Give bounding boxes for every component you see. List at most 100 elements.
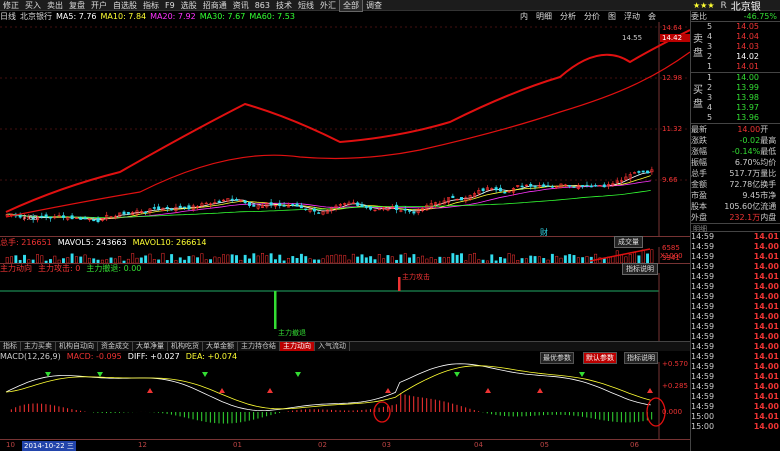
toolbar-button[interactable]: 资讯	[230, 0, 252, 11]
candle-body	[594, 185, 598, 187]
trade-row: 14:59 14.00	[691, 282, 780, 292]
indicator-tab[interactable]: 主力动向	[280, 342, 315, 351]
bid-level-row[interactable]: 3 13.98	[691, 93, 780, 103]
toolbar-button[interactable]: 复盘	[66, 0, 88, 11]
annotation-curve	[589, 248, 651, 262]
indicator-tab[interactable]: 主力买卖	[21, 342, 56, 351]
candlestick-chart[interactable]	[0, 22, 690, 236]
volume-bar	[377, 254, 381, 263]
candle-body	[304, 208, 308, 211]
level-price: 14.01	[736, 62, 759, 71]
candle-body	[572, 186, 576, 188]
stat-row: 最新 14.00 开	[691, 124, 780, 135]
toolbar-button[interactable]: 外汇	[317, 0, 339, 11]
volume-bar	[568, 254, 572, 263]
chart-mode-tag[interactable]: 浮动	[624, 11, 640, 22]
indicator-tab[interactable]: 主力持仓结	[238, 342, 280, 351]
period-label[interactable]: 日线	[0, 11, 16, 22]
level-price: 14.03	[736, 42, 759, 51]
volume-bar	[23, 254, 26, 263]
chart-mode-tag[interactable]: 内	[520, 11, 528, 22]
indicator-tab[interactable]: 指标	[0, 342, 21, 351]
trade-price: 14.00	[753, 292, 779, 301]
candle-body	[520, 185, 524, 188]
level-price: 14.04	[736, 32, 759, 41]
volume-bar	[191, 255, 195, 263]
toolbar-button[interactable]: 开户	[88, 0, 110, 11]
stat-value: 9.45	[742, 191, 761, 200]
macd-chart[interactable]	[0, 362, 690, 439]
indicator-tab[interactable]: 入气流动	[315, 342, 350, 351]
indicator-tab[interactable]: 机构吃货	[168, 342, 203, 351]
level-number: 3	[707, 93, 713, 102]
signal-arrow	[485, 388, 491, 393]
indicator-tab[interactable]: 大单金额	[203, 342, 238, 351]
chart-mode-tag[interactable]: 图	[608, 11, 616, 22]
toolbar-button[interactable]: 指标	[140, 0, 162, 11]
bid-levels: 1 14.00 2 13.99 3 13.98 4 13.97 5 13.96 买盘	[691, 73, 780, 124]
toolbar-button[interactable]: 全部	[338, 0, 363, 12]
flow-attack-label: 主力攻击	[402, 273, 430, 281]
chart-mode-tag[interactable]: 明细	[536, 11, 552, 22]
candle-body	[187, 205, 191, 210]
toolbar-button[interactable]: 863	[252, 0, 273, 11]
stat-label: 振幅	[691, 158, 707, 167]
ma-info-row: 日线 北京银行 MA5: 7.76 MA10: 7.84 MA20: 7.92 …	[0, 11, 690, 22]
indicator-tab[interactable]: 机构自动向	[56, 342, 98, 351]
candle-body	[299, 205, 303, 209]
volume-bar	[585, 256, 589, 263]
toolbar-button[interactable]: F9	[162, 0, 178, 11]
star-icon[interactable]: ★★★	[693, 1, 715, 10]
volume-bar	[550, 253, 554, 263]
stat-label: 涨幅	[691, 147, 707, 156]
date-axis: 10 2014-10-22 三 12 01 02 03 04 05 06	[0, 439, 690, 451]
ask-level-row[interactable]: 5 14.05	[691, 22, 780, 32]
bid-level-row[interactable]: 1 14.00	[691, 73, 780, 83]
book-side-label: 盘	[693, 99, 703, 110]
toolbar-button[interactable]: 自选股	[110, 0, 140, 11]
toolbar-button[interactable]: 买入	[22, 0, 44, 11]
toolbar-button[interactable]: 技术	[273, 0, 295, 11]
ask-level-row[interactable]: 1 14.01	[691, 62, 780, 72]
volume-bar	[351, 253, 355, 263]
bid-level-row[interactable]: 5 13.96	[691, 113, 780, 123]
candle-body	[79, 217, 83, 220]
trade-detail-list[interactable]: 14:59 14.01 14:59 14.00 14:59 14.01 14:59 14.00…	[691, 232, 780, 432]
volume-panel-header: 总手: 216651 MAVOL5: 243663 MAVOL10: 26661…	[0, 236, 690, 247]
toolbar-button[interactable]: 修正	[0, 0, 22, 11]
level-price: 13.98	[736, 93, 759, 102]
level-price: 14.00	[736, 73, 759, 82]
toolbar-button[interactable]: 选股	[178, 0, 200, 11]
bid-level-row[interactable]: 2 13.99	[691, 83, 780, 93]
candle-body	[395, 204, 399, 211]
book-side-label: 盘	[693, 48, 703, 59]
trade-row: 14:59 14.00	[691, 332, 780, 342]
candle-body	[122, 211, 126, 215]
level-number: 1	[707, 62, 713, 71]
flow-chart[interactable]	[0, 273, 690, 341]
trade-price: 14.01	[753, 352, 779, 361]
volume-bar	[235, 255, 238, 263]
trade-row: 14:59 14.00	[691, 262, 780, 272]
volume-bar	[243, 254, 247, 263]
toolbar-button[interactable]: 卖出	[44, 0, 66, 11]
ask-level-row[interactable]: 4 14.04	[691, 32, 780, 42]
volume-bar	[226, 254, 230, 263]
date-tick: 04	[474, 441, 483, 449]
volume-bar	[53, 255, 57, 263]
finance-marker[interactable]: 财	[540, 227, 548, 238]
chart-mode-tag[interactable]: 分价	[584, 11, 600, 22]
ask-level-row[interactable]: 2 14.02	[691, 52, 780, 62]
volume-chart[interactable]	[0, 247, 690, 263]
chart-mode-tag[interactable]: 会	[648, 11, 656, 22]
toolbar-button[interactable]: 短线	[295, 0, 317, 11]
indicator-tab[interactable]: 大单净量	[133, 342, 168, 351]
chart-mode-tag[interactable]: 分析	[560, 11, 576, 22]
bid-level-row[interactable]: 4 13.97	[691, 103, 780, 113]
indicator-tab[interactable]: 资金成交	[98, 342, 133, 351]
toolbar-button[interactable]: 招商通	[200, 0, 230, 11]
trade-time: 14:59	[691, 372, 715, 381]
toolbar-button[interactable]: 调查	[363, 0, 385, 11]
ask-level-row[interactable]: 3 14.03	[691, 42, 780, 52]
volume-bar	[533, 256, 537, 263]
